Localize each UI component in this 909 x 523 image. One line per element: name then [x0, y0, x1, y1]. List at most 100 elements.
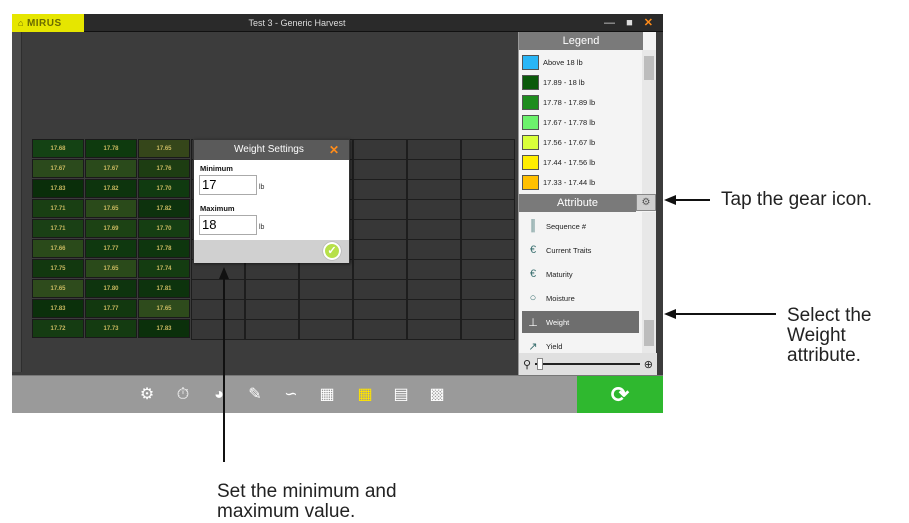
- empty-plot-cell[interactable]: [461, 179, 515, 200]
- maximum-input[interactable]: 18: [199, 215, 257, 235]
- pencil-icon[interactable]: ✎: [244, 384, 266, 406]
- close-icon[interactable]: ✕: [644, 17, 653, 29]
- attribute-scrollbar[interactable]: [642, 212, 656, 353]
- gear-icon[interactable]: ⚙: [636, 194, 656, 211]
- plot-cell[interactable]: 17.65: [138, 299, 190, 318]
- minimum-input[interactable]: 17: [199, 175, 257, 195]
- plot-cell[interactable]: 17.71: [32, 219, 84, 238]
- empty-plot-cell[interactable]: [407, 319, 461, 340]
- plot-cell[interactable]: 17.77: [85, 299, 137, 318]
- empty-plot-cell[interactable]: [461, 159, 515, 180]
- empty-plot-cell[interactable]: [191, 319, 245, 340]
- empty-plot-cell[interactable]: [407, 179, 461, 200]
- stopwatch-icon[interactable]: ⏱: [172, 384, 194, 406]
- empty-plot-cell[interactable]: [353, 219, 407, 240]
- empty-plot-cell[interactable]: [461, 239, 515, 260]
- empty-plot-cell[interactable]: [299, 319, 353, 340]
- attribute-scroll-thumb[interactable]: [644, 320, 654, 346]
- zoom-track[interactable]: [535, 358, 640, 370]
- plot-cell[interactable]: 17.82: [85, 179, 137, 198]
- left-scrollbar[interactable]: [12, 32, 22, 372]
- plot-cell[interactable]: 17.77: [85, 239, 137, 258]
- empty-plot-cell[interactable]: [407, 299, 461, 320]
- table-icon[interactable]: ▤: [390, 384, 412, 406]
- empty-plot-cell[interactable]: [353, 139, 407, 160]
- empty-plot-cell[interactable]: [407, 259, 461, 280]
- plot-cell[interactable]: 17.81: [138, 279, 190, 298]
- empty-plot-cell[interactable]: [353, 179, 407, 200]
- plot-cell[interactable]: 17.78: [85, 139, 137, 158]
- gauge-icon[interactable]: ◕: [208, 384, 230, 406]
- zoom-out-icon[interactable]: ⚲: [523, 358, 531, 371]
- empty-plot-cell[interactable]: [299, 299, 353, 320]
- empty-plot-cell[interactable]: [407, 159, 461, 180]
- plot-cell[interactable]: 17.69: [85, 219, 137, 238]
- empty-plot-cell[interactable]: [353, 319, 407, 340]
- zoom-slider[interactable]: ⚲ ⊕: [519, 353, 657, 375]
- attribute-item[interactable]: ║ Sequence #: [522, 215, 639, 237]
- empty-plot-cell[interactable]: [353, 239, 407, 260]
- attribute-item[interactable]: ○ Moisture: [522, 287, 639, 309]
- plot-cell[interactable]: 17.74: [138, 259, 190, 278]
- spreadsheet-icon[interactable]: ▩: [426, 384, 448, 406]
- empty-plot-cell[interactable]: [353, 259, 407, 280]
- plot-cell[interactable]: 17.66: [32, 239, 84, 258]
- empty-plot-cell[interactable]: [407, 279, 461, 300]
- plot-map-icon[interactable]: ▦: [354, 384, 376, 406]
- chart-icon[interactable]: ∽: [280, 384, 302, 406]
- zoom-in-icon[interactable]: ⊕: [644, 358, 653, 371]
- plot-cell[interactable]: 17.83: [32, 299, 84, 318]
- plot-cell[interactable]: 17.65: [85, 199, 137, 218]
- plot-cell[interactable]: 17.71: [32, 199, 84, 218]
- plot-cell[interactable]: 17.82: [138, 199, 190, 218]
- legend-scrollbar[interactable]: [642, 50, 656, 194]
- plot-cell[interactable]: 17.83: [138, 319, 190, 338]
- empty-plot-cell[interactable]: [407, 219, 461, 240]
- plot-cell[interactable]: 17.73: [85, 319, 137, 338]
- empty-plot-cell[interactable]: [461, 219, 515, 240]
- empty-plot-cell[interactable]: [191, 279, 245, 300]
- empty-plot-cell[interactable]: [191, 299, 245, 320]
- empty-plot-cell[interactable]: [461, 199, 515, 220]
- plot-cell[interactable]: 17.76: [138, 159, 190, 178]
- attribute-item[interactable]: ⊥ Weight: [522, 311, 639, 333]
- empty-plot-cell[interactable]: [245, 319, 299, 340]
- empty-plot-cell[interactable]: [245, 279, 299, 300]
- empty-plot-cell[interactable]: [461, 279, 515, 300]
- plot-cell[interactable]: 17.65: [138, 139, 190, 158]
- empty-plot-cell[interactable]: [407, 139, 461, 160]
- plot-cell[interactable]: 17.78: [138, 239, 190, 258]
- plot-cell[interactable]: 17.67: [32, 159, 84, 178]
- plot-cell[interactable]: 17.68: [32, 139, 84, 158]
- plot-cell[interactable]: 17.80: [85, 279, 137, 298]
- plot-cell[interactable]: 17.72: [32, 319, 84, 338]
- confirm-check-icon[interactable]: ✓: [323, 242, 341, 260]
- attribute-item[interactable]: € Current Traits: [522, 239, 639, 261]
- empty-plot-cell[interactable]: [353, 299, 407, 320]
- empty-plot-cell[interactable]: [461, 139, 515, 160]
- plot-cell[interactable]: 17.65: [32, 279, 84, 298]
- plot-cell[interactable]: 17.83: [32, 179, 84, 198]
- empty-plot-cell[interactable]: [353, 199, 407, 220]
- empty-plot-cell[interactable]: [461, 259, 515, 280]
- empty-plot-cell[interactable]: [461, 319, 515, 340]
- empty-plot-cell[interactable]: [407, 199, 461, 220]
- attribute-item[interactable]: € Maturity: [522, 263, 639, 285]
- empty-plot-cell[interactable]: [407, 239, 461, 260]
- plot-cell[interactable]: 17.67: [85, 159, 137, 178]
- empty-plot-cell[interactable]: [299, 279, 353, 300]
- sync-button[interactable]: ⟳: [577, 376, 663, 413]
- settings-gears-icon[interactable]: ⚙: [136, 384, 158, 406]
- plot-cell[interactable]: 17.75: [32, 259, 84, 278]
- plot-cell[interactable]: 17.70: [138, 219, 190, 238]
- plot-cell[interactable]: 17.65: [85, 259, 137, 278]
- plot-cell[interactable]: 17.70: [138, 179, 190, 198]
- maximize-icon[interactable]: ■: [626, 17, 633, 29]
- empty-plot-cell[interactable]: [461, 299, 515, 320]
- empty-plot-cell[interactable]: [353, 279, 407, 300]
- minimize-icon[interactable]: —: [604, 17, 615, 29]
- grid-layout-icon[interactable]: ▦: [316, 384, 338, 406]
- empty-plot-cell[interactable]: [353, 159, 407, 180]
- legend-scroll-thumb[interactable]: [644, 56, 654, 80]
- zoom-knob[interactable]: [537, 358, 544, 370]
